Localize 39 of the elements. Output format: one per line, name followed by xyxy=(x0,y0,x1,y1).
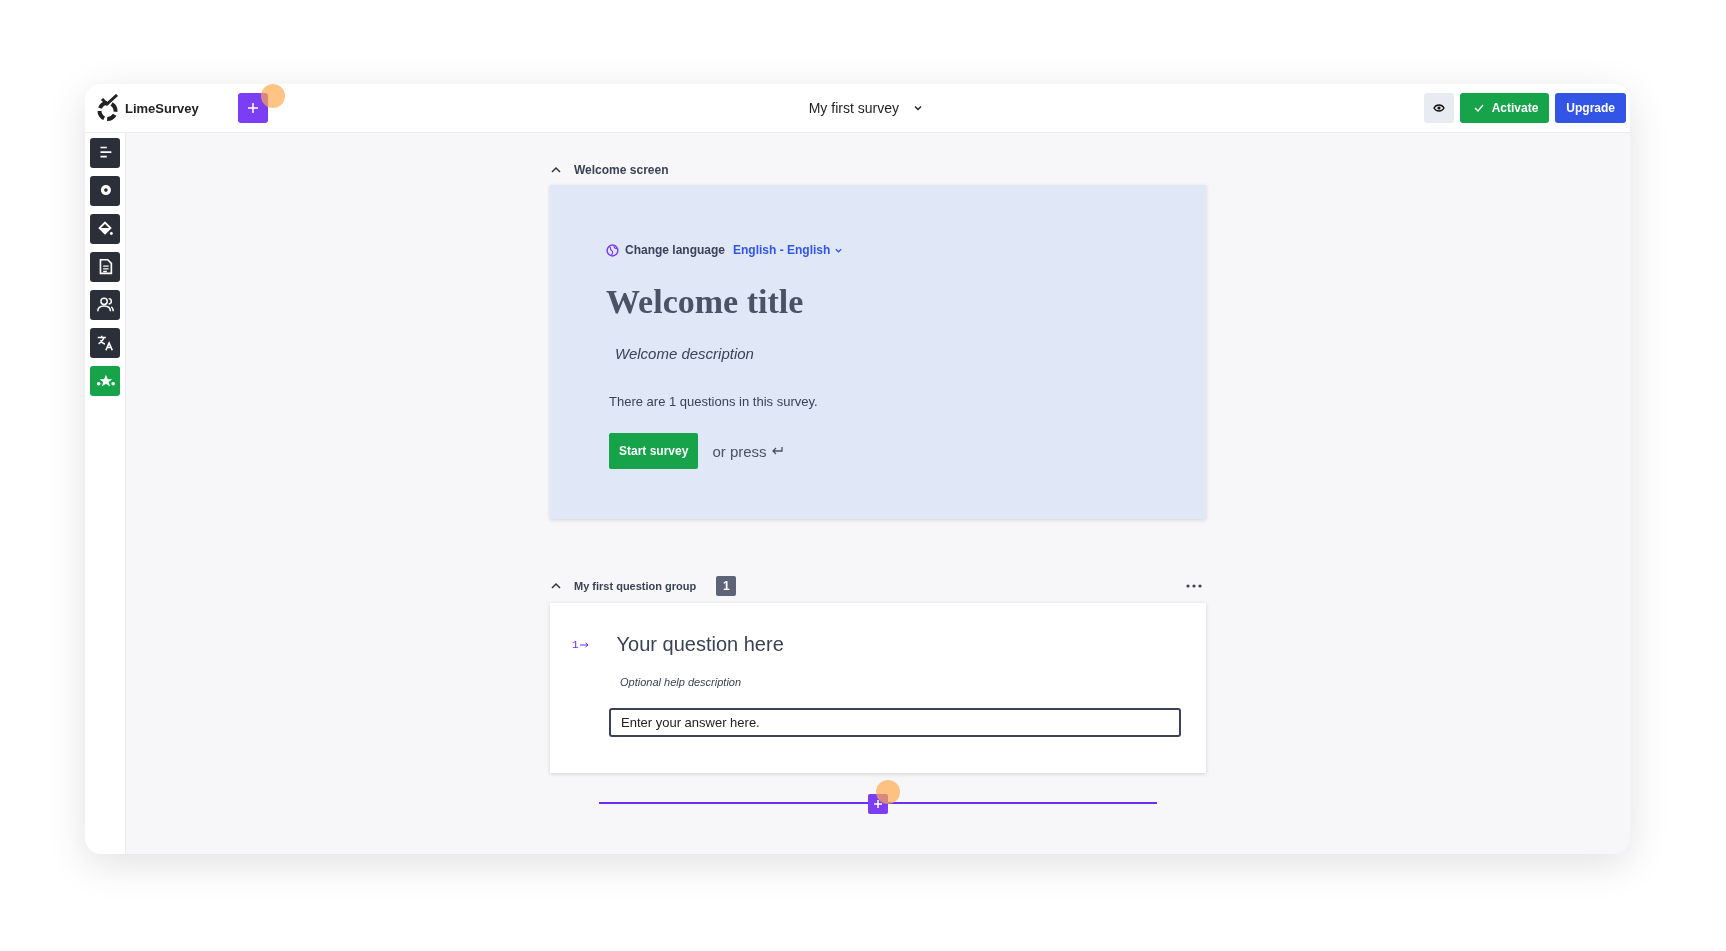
info-text: There are 1 questions in this survey. xyxy=(609,394,819,409)
logo-icon xyxy=(95,94,121,122)
eye-icon xyxy=(1432,102,1445,114)
highlight-dot xyxy=(876,780,900,804)
sidebar-button[interactable] xyxy=(90,252,120,282)
arrow-icon xyxy=(579,641,589,648)
more-icon[interactable] xyxy=(1186,584,1202,588)
count-badge: 1 xyxy=(716,576,737,596)
welcome-description: Welcome description xyxy=(615,345,755,362)
welcome-title: Welcome title xyxy=(606,283,805,321)
upgrade-button[interactable]: Upgrade xyxy=(1555,93,1626,123)
language-dropdown[interactable]: English - English xyxy=(733,243,844,257)
language-label: Change language xyxy=(625,243,725,257)
plus-icon xyxy=(873,799,883,809)
survey-title[interactable]: My first survey xyxy=(808,100,899,116)
add-button[interactable] xyxy=(238,93,268,123)
logo-text: LimeSurvey xyxy=(125,100,199,116)
activate-button[interactable]: Activate xyxy=(1459,93,1550,123)
plus-icon xyxy=(247,102,259,114)
answer-field[interactable]: Enter your answer here. xyxy=(609,708,1181,737)
sidebar-button[interactable] xyxy=(90,328,120,358)
sidebar-button[interactable] xyxy=(90,214,120,244)
question-number: 1 xyxy=(572,638,579,651)
chevron-down-icon[interactable] xyxy=(912,103,923,113)
highlight-dot xyxy=(261,84,285,108)
enter-key-icon xyxy=(770,445,784,457)
group-title: My first question group xyxy=(574,580,697,592)
start-survey-button[interactable]: Start survey xyxy=(609,433,699,469)
section-title: Welcome screen xyxy=(574,163,669,177)
sidebar-button[interactable] xyxy=(90,290,120,320)
question-text: Your question here xyxy=(616,633,784,656)
sidebar-button[interactable] xyxy=(90,176,120,206)
check-icon xyxy=(1473,103,1484,113)
preview-button[interactable] xyxy=(1423,93,1454,123)
help-text: Optional help description xyxy=(620,676,743,688)
hint-text: or press xyxy=(712,442,767,460)
globe-icon xyxy=(606,243,619,257)
sidebar-button[interactable] xyxy=(90,138,120,168)
translate-icon xyxy=(95,333,115,353)
